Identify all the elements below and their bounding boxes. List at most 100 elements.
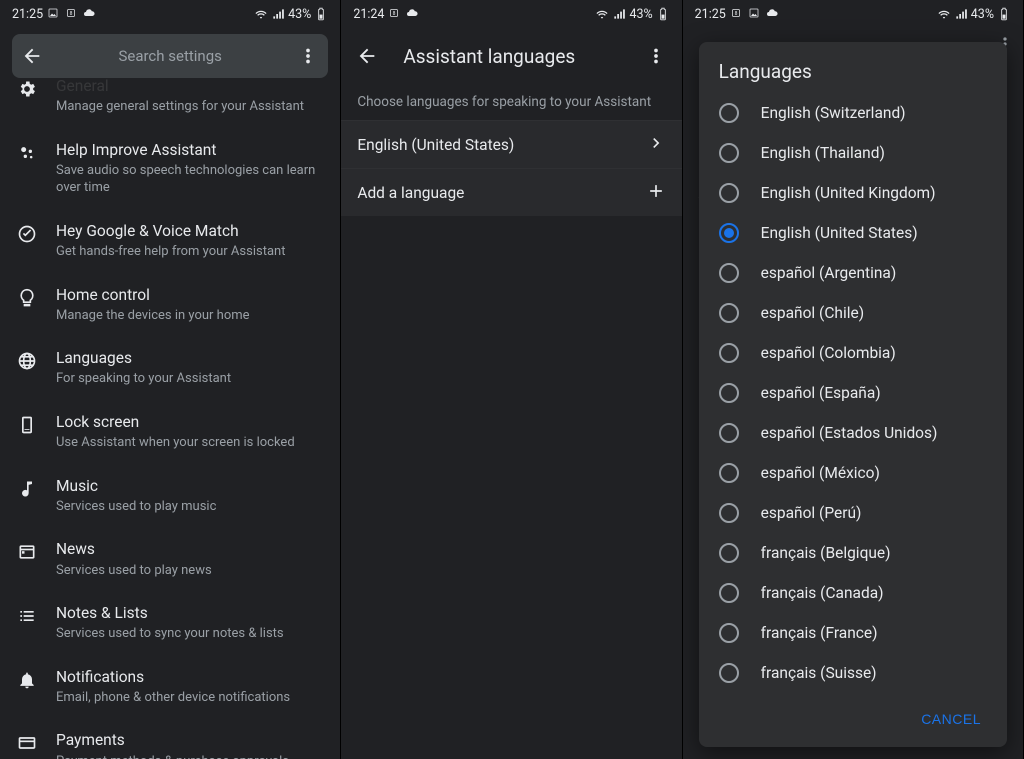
signal-icon [271, 7, 285, 21]
page-subhead: Choose languages for speaking to your As… [341, 84, 681, 120]
row-label: Add a language [357, 184, 645, 202]
settings-panel: 21:25 43% Search settings General Manage… [0, 0, 341, 759]
image-icon [748, 7, 762, 21]
language-options-list[interactable]: English (Switzerland) English (Thailand)… [699, 93, 1007, 695]
language-option[interactable]: English (Switzerland) [699, 93, 1007, 133]
battery-icon [314, 7, 328, 21]
item-title: Payments [56, 730, 324, 750]
back-button[interactable] [349, 38, 385, 74]
language-option[interactable]: español (Chile) [699, 293, 1007, 333]
square-icon [388, 7, 402, 21]
back-icon[interactable] [20, 44, 44, 68]
radio-button[interactable] [719, 583, 739, 603]
option-label: English (Switzerland) [761, 104, 906, 122]
radio-button[interactable] [719, 623, 739, 643]
language-row[interactable]: English (United States) [341, 120, 681, 168]
phone-icon [16, 414, 38, 436]
item-subtitle: Services used to play news [56, 562, 324, 580]
settings-item-voice[interactable]: Hey Google & Voice Match Get hands-free … [0, 209, 340, 273]
radio-button[interactable] [719, 183, 739, 203]
status-bar: 21:24 43% [341, 0, 681, 28]
cancel-button[interactable]: CANCEL [911, 703, 991, 735]
radio-button[interactable] [719, 103, 739, 123]
option-label: español (Perú) [761, 504, 862, 522]
item-title: Lock screen [56, 412, 324, 432]
status-bar: 21:25 43% [0, 0, 340, 28]
item-title: Notifications [56, 667, 324, 687]
languages-dialog: Languages English (Switzerland) English … [699, 42, 1007, 747]
radio-button[interactable] [719, 143, 739, 163]
settings-item-list[interactable]: Notes & Lists Services used to sync your… [0, 591, 340, 655]
language-option[interactable]: français (France) [699, 613, 1007, 653]
language-option[interactable]: français (Canada) [699, 573, 1007, 613]
option-label: English (United States) [761, 224, 918, 242]
item-subtitle: Services used to sync your notes & lists [56, 625, 324, 643]
item-title: Music [56, 476, 324, 496]
dots-icon [16, 142, 38, 164]
bell-icon [16, 669, 38, 691]
radio-button[interactable] [719, 663, 739, 683]
globe-icon [16, 350, 38, 372]
language-option[interactable]: English (Thailand) [699, 133, 1007, 173]
item-subtitle: Payment methods & purchase approvals [56, 753, 324, 759]
wifi-icon [254, 7, 268, 21]
more-icon[interactable] [296, 44, 320, 68]
item-subtitle: Use Assistant when your screen is locked [56, 434, 324, 452]
search-placeholder: Search settings [44, 47, 296, 65]
language-option[interactable]: français (Belgique) [699, 533, 1007, 573]
language-option[interactable]: español (México) [699, 453, 1007, 493]
language-option[interactable]: español (Argentina) [699, 253, 1007, 293]
radio-button[interactable] [719, 543, 739, 563]
assistant-languages-panel: 21:24 43% Assistant languages Choose lan… [341, 0, 682, 759]
radio-button[interactable] [719, 423, 739, 443]
item-title: General [56, 76, 324, 96]
settings-item-news[interactable]: News Services used to play news [0, 527, 340, 591]
option-label: English (United Kingdom) [761, 184, 936, 202]
option-label: français (Belgique) [761, 544, 891, 562]
status-time: 21:25 [12, 7, 43, 22]
wifi-icon [937, 7, 951, 21]
language-option[interactable]: français (Suisse) [699, 653, 1007, 693]
item-title: News [56, 539, 324, 559]
item-subtitle: Manage general settings for your Assista… [56, 98, 324, 116]
language-option[interactable]: español (Estados Unidos) [699, 413, 1007, 453]
settings-list[interactable]: General Manage general settings for your… [0, 78, 340, 759]
language-option[interactable]: English (United States) [699, 213, 1007, 253]
language-option[interactable]: español (Perú) [699, 493, 1007, 533]
language-option[interactable]: English (United Kingdom) [699, 173, 1007, 213]
settings-item-music[interactable]: Music Services used to play music [0, 464, 340, 528]
radio-button[interactable] [719, 503, 739, 523]
add-language-row[interactable]: Add a language [341, 168, 681, 216]
cloud-icon [766, 7, 780, 21]
radio-button[interactable] [719, 343, 739, 363]
radio-button[interactable] [719, 303, 739, 323]
settings-item-globe[interactable]: Languages For speaking to your Assistant [0, 336, 340, 400]
option-label: français (Suisse) [761, 664, 877, 682]
radio-button[interactable] [719, 383, 739, 403]
option-label: español (Colombia) [761, 344, 896, 362]
square-icon [730, 7, 744, 21]
settings-item-bulb[interactable]: Home control Manage the devices in your … [0, 273, 340, 337]
plus-icon [646, 181, 666, 205]
settings-item-card[interactable]: Payments Payment methods & purchase appr… [0, 718, 340, 759]
radio-button[interactable] [719, 223, 739, 243]
language-picker-panel: 21:25 43% CEA Languages English (Switzer… [683, 0, 1024, 759]
language-option[interactable]: español (Colombia) [699, 333, 1007, 373]
settings-item-dots[interactable]: Help Improve Assistant Save audio so spe… [0, 128, 340, 209]
radio-button[interactable] [719, 463, 739, 483]
status-bar: 21:25 43% [683, 0, 1023, 28]
language-option[interactable]: español (España) [699, 373, 1007, 413]
more-button[interactable] [638, 38, 674, 74]
option-label: français (Canada) [761, 584, 884, 602]
option-label: español (España) [761, 384, 881, 402]
settings-item-gear[interactable]: General Manage general settings for your… [0, 64, 340, 128]
voice-icon [16, 223, 38, 245]
option-label: español (Chile) [761, 304, 864, 322]
settings-item-phone[interactable]: Lock screen Use Assistant when your scre… [0, 400, 340, 464]
status-time: 21:24 [353, 7, 384, 22]
bulb-icon [16, 287, 38, 309]
radio-button[interactable] [719, 263, 739, 283]
item-title: Languages [56, 348, 324, 368]
item-subtitle: Manage the devices in your home [56, 307, 324, 325]
settings-item-bell[interactable]: Notifications Email, phone & other devic… [0, 655, 340, 719]
